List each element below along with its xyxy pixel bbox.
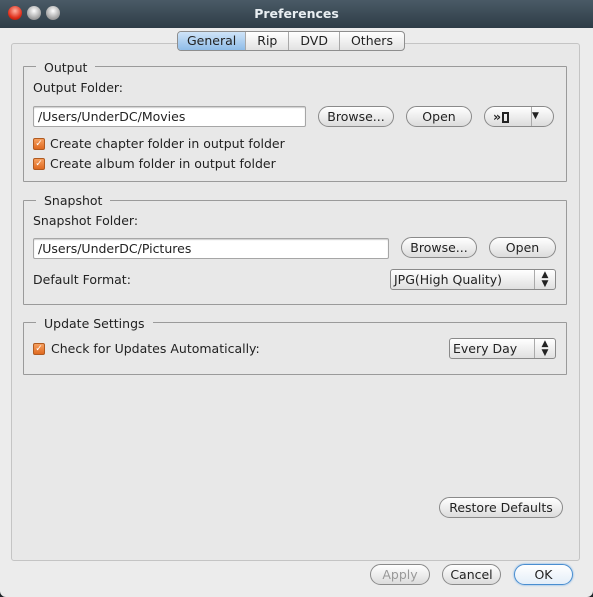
update-legend: Update Settings [36, 316, 153, 331]
check-updates-label: Check for Updates Automatically: [51, 341, 260, 356]
device-button[interactable]: » ▼ [484, 106, 554, 127]
output-open-button[interactable]: Open [406, 106, 472, 127]
update-frequency-select[interactable]: Every Day ▲ ▼ [449, 338, 556, 359]
tab-general[interactable]: General [178, 32, 246, 50]
snapshot-folder-label: Snapshot Folder: [33, 213, 139, 228]
updown-arrows-icon: ▲ ▼ [534, 339, 555, 358]
album-folder-label: Create album folder in output folder [50, 156, 276, 171]
output-legend: Output [36, 60, 96, 75]
snapshot-browse-button[interactable]: Browse... [401, 237, 477, 258]
output-folder-label: Output Folder: [33, 80, 124, 95]
chapter-folder-checkbox[interactable]: ✓ [33, 138, 45, 150]
tab-others[interactable]: Others [338, 32, 404, 50]
album-folder-checkbox[interactable]: ✓ [33, 158, 45, 170]
title-bar[interactable]: Preferences [0, 0, 593, 28]
snapshot-legend: Snapshot [36, 193, 111, 208]
default-format-value: JPG(High Quality) [394, 272, 503, 287]
snapshot-open-button[interactable]: Open [489, 237, 556, 258]
check-updates-checkbox[interactable]: ✓ [33, 343, 45, 355]
default-format-select[interactable]: JPG(High Quality) ▲ ▼ [390, 269, 556, 290]
output-folder-input[interactable]: /Users/UnderDC/Movies [33, 106, 306, 127]
tab-dvd[interactable]: DVD [288, 32, 339, 50]
default-format-label: Default Format: [33, 272, 131, 287]
tab-bar: General Rip DVD Others [177, 31, 405, 51]
chevron-down-icon[interactable]: ▼ [531, 107, 553, 126]
ok-button[interactable]: OK [514, 564, 573, 585]
chapter-folder-label: Create chapter folder in output folder [50, 136, 285, 151]
window-title: Preferences [254, 6, 339, 21]
updown-arrows-icon: ▲ ▼ [534, 270, 555, 289]
snapshot-folder-input[interactable]: /Users/UnderDC/Pictures [33, 238, 389, 259]
output-browse-button[interactable]: Browse... [318, 106, 394, 127]
apply-button[interactable]: Apply [370, 564, 430, 585]
update-frequency-value: Every Day [453, 341, 518, 356]
ipod-forward-icon: » [493, 109, 510, 124]
cancel-button[interactable]: Cancel [442, 564, 501, 585]
restore-defaults-button[interactable]: Restore Defaults [439, 497, 563, 518]
tab-rip[interactable]: Rip [245, 32, 288, 50]
